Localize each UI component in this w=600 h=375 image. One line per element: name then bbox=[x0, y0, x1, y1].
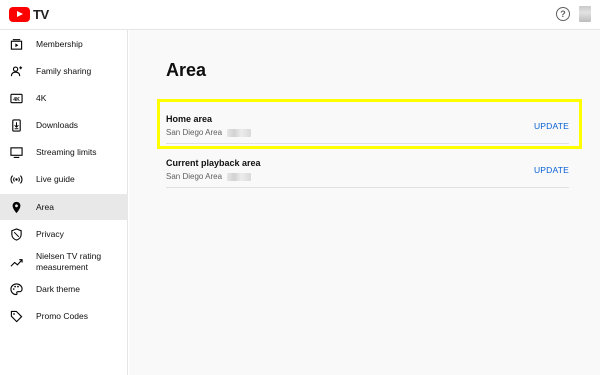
sidebar-item-nielsen[interactable]: Nielsen TV rating measurement bbox=[0, 249, 128, 275]
sidebar-item-area[interactable]: Area bbox=[0, 194, 128, 220]
4k-icon: 4K bbox=[9, 91, 23, 105]
palette-icon bbox=[9, 282, 23, 296]
update-playback-area-button[interactable]: UPDATE bbox=[534, 165, 569, 175]
sidebar-item-label: Downloads bbox=[36, 119, 79, 130]
redacted-text bbox=[227, 172, 252, 181]
area-name: San Diego Area bbox=[166, 128, 223, 137]
svg-text:4K: 4K bbox=[13, 96, 20, 102]
sidebar-item-label: Area bbox=[36, 201, 54, 212]
download-icon bbox=[9, 118, 23, 132]
sidebar-item-label: Nielsen TV rating measurement bbox=[36, 251, 102, 272]
current-playback-area-row: Current playback area San Diego Area UPD… bbox=[166, 148, 569, 188]
shield-icon bbox=[9, 227, 23, 241]
tag-icon bbox=[9, 309, 23, 323]
sidebar-item-live-guide[interactable]: Live guide bbox=[0, 170, 128, 188]
sidebar-item-promo-codes[interactable]: Promo Codes bbox=[0, 307, 128, 325]
sidebar-item-privacy[interactable]: Privacy bbox=[0, 225, 128, 243]
sidebar-item-4k[interactable]: 4K 4K bbox=[0, 89, 128, 107]
sidebar-item-family-sharing[interactable]: Family sharing bbox=[0, 62, 128, 80]
sidebar-item-streaming-limits[interactable]: Streaming limits bbox=[0, 143, 128, 161]
sidebar-item-label: Dark theme bbox=[36, 283, 80, 294]
sidebar-item-label: Membership bbox=[36, 38, 83, 49]
sidebar-item-label: Promo Codes bbox=[36, 310, 88, 321]
avatar[interactable] bbox=[579, 6, 591, 22]
row-title: Home area bbox=[166, 114, 213, 124]
row-title: Current playback area bbox=[166, 158, 261, 168]
sidebar-item-dark-theme[interactable]: Dark theme bbox=[0, 280, 128, 298]
sidebar-item-label: Live guide bbox=[36, 173, 75, 184]
location-pin-icon bbox=[9, 200, 23, 214]
youtube-tv-logo[interactable]: TV bbox=[9, 7, 49, 22]
logo-text: TV bbox=[33, 7, 49, 22]
membership-icon bbox=[9, 37, 23, 51]
broadcast-icon bbox=[9, 172, 23, 186]
sidebar-item-label: 4K bbox=[36, 92, 47, 103]
youtube-play-icon bbox=[9, 7, 30, 22]
row-subtitle: San Diego Area bbox=[166, 128, 252, 137]
trending-icon bbox=[9, 255, 23, 269]
sidebar-item-downloads[interactable]: Downloads bbox=[0, 116, 128, 134]
page-title: Area bbox=[166, 60, 207, 80]
sidebar-item-label: Privacy bbox=[36, 228, 64, 239]
redacted-text bbox=[227, 128, 252, 137]
sidebar-item-membership[interactable]: Membership bbox=[0, 35, 128, 53]
home-area-row: Home area San Diego Area UPDATE bbox=[166, 104, 569, 144]
area-name: San Diego Area bbox=[166, 172, 223, 181]
sidebar: Membership Family sharing 4K 4K Download… bbox=[0, 30, 128, 375]
main-content: Area Home area San Diego Area UPDATE Cur… bbox=[129, 30, 600, 375]
family-icon bbox=[9, 64, 23, 78]
help-icon[interactable]: ? bbox=[556, 7, 570, 21]
update-home-area-button[interactable]: UPDATE bbox=[534, 121, 569, 131]
sidebar-item-label: Streaming limits bbox=[36, 146, 97, 157]
monitor-icon bbox=[9, 145, 23, 159]
top-bar: TV ? bbox=[0, 0, 600, 30]
row-subtitle: San Diego Area bbox=[166, 172, 252, 181]
sidebar-item-label: Family sharing bbox=[36, 65, 92, 76]
